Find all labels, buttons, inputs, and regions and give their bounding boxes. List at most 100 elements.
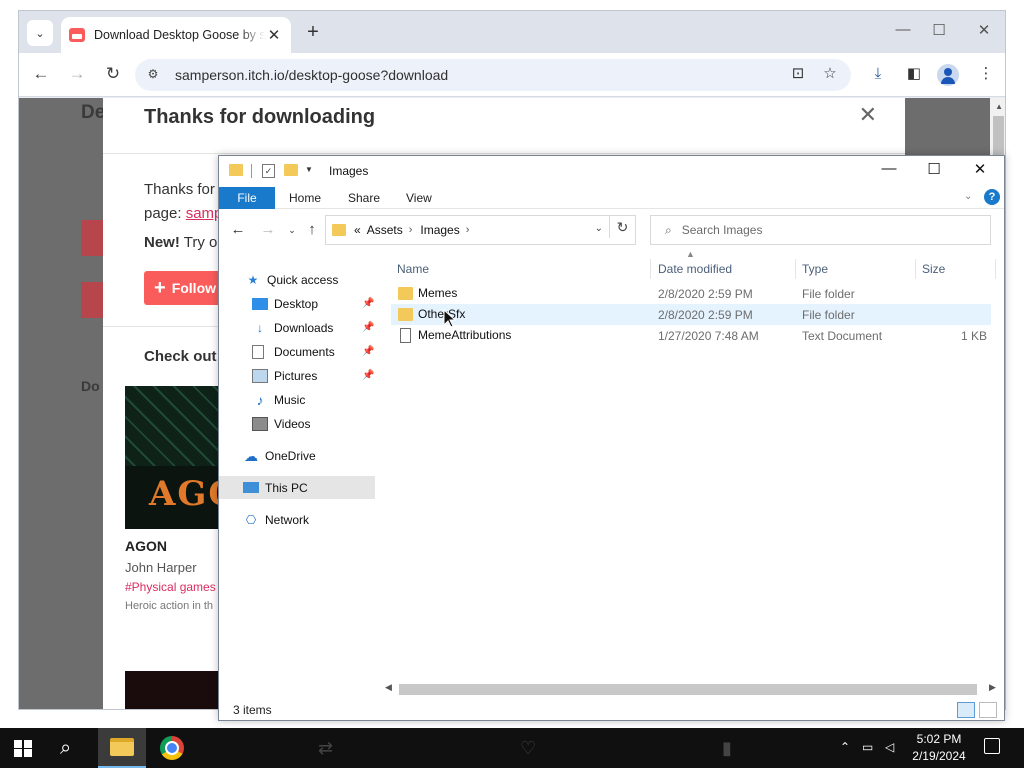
divider[interactable] — [915, 259, 916, 279]
column-name[interactable]: Name — [397, 260, 429, 284]
address-bar[interactable]: « Assets › Images › ⌄ — [325, 215, 636, 245]
maximize-button[interactable]: ☐ — [929, 21, 949, 39]
tab-active[interactable]: Download Desktop Goose by sa ✕ — [61, 17, 291, 53]
recent-locations-icon[interactable]: ⌄ — [283, 225, 301, 236]
breadcrumb-images[interactable]: Images — [420, 223, 459, 237]
forward-button[interactable]: → — [67, 65, 87, 85]
column-type[interactable]: Type — [802, 260, 828, 284]
breadcrumb-assets[interactable]: Assets — [367, 223, 403, 237]
menu-kebab-icon[interactable]: ⋮ — [975, 64, 997, 86]
tab-search-button[interactable]: ⌄ — [27, 20, 53, 46]
ribbon-tab-file[interactable]: File — [219, 187, 275, 209]
game-tag[interactable]: #Physical games — [125, 580, 216, 594]
taskbar-chrome[interactable] — [148, 728, 196, 768]
scroll-thumb[interactable] — [399, 684, 977, 695]
nav-desktop[interactable]: Desktop 📌 — [219, 292, 375, 315]
back-button[interactable]: ← — [31, 65, 51, 85]
site-info-icon[interactable]: ⚙ — [145, 67, 161, 83]
thanks-page-prefix: page: — [144, 205, 186, 222]
file-row[interactable]: Memes 2/8/2020 2:59 PM File folder — [391, 283, 991, 304]
expand-ribbon-icon[interactable]: ⌄ — [964, 191, 972, 202]
ribbon-tab-view[interactable]: View — [406, 191, 432, 205]
side-panel-icon[interactable]: ◧ — [903, 64, 925, 86]
nav-this-pc[interactable]: This PC — [219, 476, 375, 499]
file-row[interactable]: OtherSfx 2/8/2020 2:59 PM File folder — [391, 304, 991, 325]
horizontal-scrollbar[interactable]: ◀ ▶ — [381, 681, 1001, 697]
itch-favicon-icon — [69, 28, 85, 42]
new-folder-icon[interactable] — [284, 164, 298, 176]
background-heading: De — [81, 102, 106, 123]
tab-title: Download Desktop Goose by sa — [94, 28, 265, 42]
maximize-button[interactable]: ☐ — [919, 160, 949, 178]
nav-label: Documents — [274, 344, 335, 359]
customize-toolbar-icon[interactable]: ▼ — [305, 165, 313, 174]
profile-avatar[interactable] — [937, 64, 959, 86]
nav-videos[interactable]: Videos — [219, 412, 375, 435]
divider[interactable] — [795, 259, 796, 279]
network-tray-icon[interactable]: ▭ — [862, 740, 873, 754]
background-button — [81, 282, 103, 318]
close-window-button[interactable]: ✕ — [974, 21, 994, 39]
nav-music[interactable]: ♪ Music — [219, 388, 375, 411]
pin-icon[interactable]: 📌 — [362, 298, 374, 309]
pin-icon[interactable]: 📌 — [362, 346, 374, 357]
forward-arrow-icon[interactable]: → — [259, 221, 277, 238]
taskbar-file-explorer[interactable] — [98, 728, 146, 768]
desktop-icon — [252, 297, 268, 310]
creator-page-link[interactable]: samp — [186, 205, 223, 222]
divider[interactable] — [995, 259, 996, 279]
column-size[interactable]: Size — [922, 260, 945, 284]
divider — [103, 153, 905, 154]
pin-icon[interactable]: 📌 — [362, 322, 374, 333]
scroll-right-icon[interactable]: ▶ — [989, 682, 996, 693]
column-date-modified[interactable]: Date modified — [658, 260, 732, 284]
game-author[interactable]: John Harper — [125, 560, 197, 575]
nav-quick-access[interactable]: ★ Quick access — [219, 268, 375, 291]
windows-start-icon[interactable] — [14, 740, 32, 757]
nav-network[interactable]: ⎔ Network — [219, 508, 375, 531]
properties-icon[interactable]: ✓ — [262, 164, 275, 178]
file-type: Text Document — [802, 329, 883, 343]
show-hidden-icons-icon[interactable]: ⌃ — [840, 740, 850, 754]
close-button[interactable]: ✕ — [965, 160, 995, 178]
nav-downloads[interactable]: ↓ Downloads 📌 — [219, 316, 375, 339]
downloads-icon[interactable]: ⤓ — [867, 64, 889, 86]
address-overflow[interactable]: « — [354, 223, 361, 237]
scroll-left-icon[interactable]: ◀ — [385, 682, 392, 693]
nav-documents[interactable]: Documents 📌 — [219, 340, 375, 363]
divider[interactable] — [650, 259, 651, 279]
install-app-icon[interactable]: ⊡ — [787, 64, 809, 86]
large-icons-view-icon[interactable] — [979, 702, 997, 718]
help-icon[interactable]: ? — [984, 189, 1000, 205]
nav-pictures[interactable]: Pictures 📌 — [219, 364, 375, 387]
chevron-down-icon[interactable]: ⌄ — [595, 223, 603, 234]
game-thumbnail[interactable] — [125, 671, 225, 709]
search-icon[interactable]: ⌕ — [60, 737, 71, 760]
file-row[interactable]: MemeAttributions 1/27/2020 7:48 AM Text … — [391, 325, 991, 346]
ribbon-tab-home[interactable]: Home — [289, 191, 321, 205]
pin-icon[interactable]: 📌 — [362, 370, 374, 381]
game-title[interactable]: AGON — [125, 538, 167, 554]
notification-center-icon[interactable] — [984, 738, 1000, 754]
ribbon-tab-share[interactable]: Share — [348, 191, 380, 205]
address-bar[interactable]: ⚙ samperson.itch.io/desktop-goose?downlo… — [135, 59, 851, 91]
refresh-icon[interactable]: ↻ — [609, 216, 635, 238]
game-thumbnail[interactable]: AGON — [125, 386, 225, 529]
chevron-right-icon[interactable]: › — [409, 224, 413, 236]
reload-button[interactable]: ↻ — [103, 65, 123, 85]
nav-onedrive[interactable]: ☁ OneDrive — [219, 444, 375, 467]
system-clock[interactable]: 5:02 PM 2/19/2024 — [908, 731, 970, 765]
minimize-button[interactable]: — — [893, 21, 913, 38]
minimize-button[interactable]: — — [874, 160, 904, 177]
scroll-up-icon[interactable]: ▲ — [995, 102, 1003, 111]
new-tab-button[interactable]: + — [301, 21, 325, 45]
bookmark-star-icon[interactable]: ☆ — [819, 64, 841, 86]
modal-close-icon[interactable]: ✕ — [859, 102, 877, 128]
volume-muted-icon[interactable]: ◁ — [885, 740, 894, 754]
up-arrow-icon[interactable]: ↑ — [303, 221, 321, 238]
back-arrow-icon[interactable]: ← — [229, 221, 247, 238]
chevron-right-icon[interactable]: › — [466, 224, 470, 236]
search-input[interactable]: ⌕ Search Images — [650, 215, 991, 245]
details-view-icon[interactable] — [957, 702, 975, 718]
tab-close-icon[interactable]: ✕ — [265, 26, 283, 44]
